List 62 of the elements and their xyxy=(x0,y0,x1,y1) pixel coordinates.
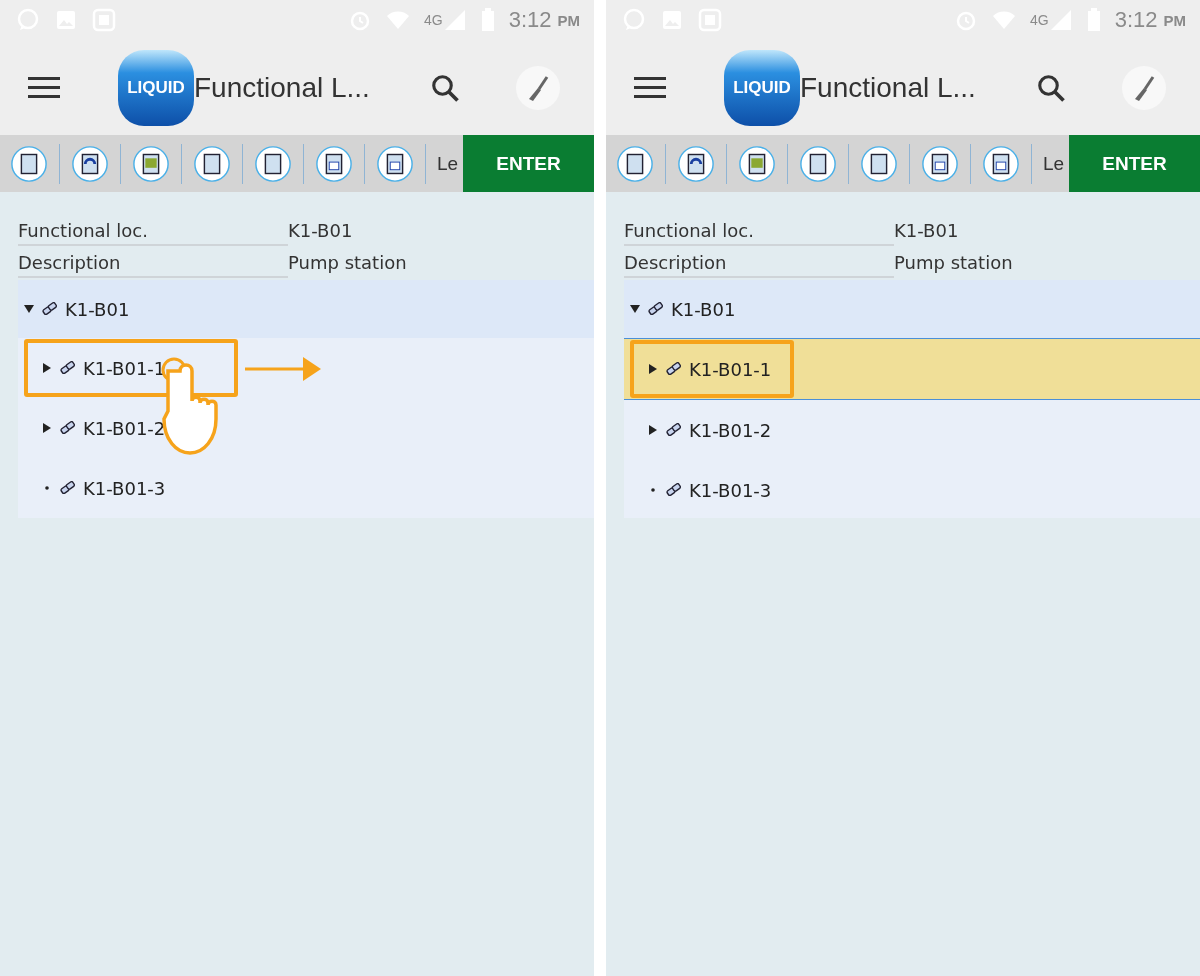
field-label: Description xyxy=(18,252,288,278)
tree-node[interactable]: K1-B01-2 xyxy=(624,400,1200,460)
tree-node[interactable]: K1-B01-2 xyxy=(18,398,594,458)
chain-link-icon xyxy=(42,301,57,317)
field-label: Functional loc. xyxy=(18,220,288,246)
menu-icon[interactable] xyxy=(634,76,666,99)
tree-node[interactable]: K1-B01-3 xyxy=(18,458,594,518)
tree-node-label: K1-B01 xyxy=(671,298,736,320)
caret-right-icon[interactable] xyxy=(648,425,658,435)
caret-right-icon[interactable] xyxy=(648,364,658,374)
search-icon[interactable] xyxy=(430,72,460,103)
caret-right-icon[interactable] xyxy=(42,363,52,373)
tree-node-label: K1-B01-2 xyxy=(689,419,772,441)
field-value: Pump station xyxy=(894,252,1013,275)
app-title: Functional L... xyxy=(800,71,977,104)
list-document-icon[interactable] xyxy=(132,144,170,183)
tree-node-label: K1-B01-3 xyxy=(83,477,166,499)
field-label: Description xyxy=(624,252,894,278)
tree-node[interactable]: K1-B01-1 xyxy=(18,338,594,398)
chain-link-icon xyxy=(666,482,681,498)
chain-link-icon xyxy=(666,361,681,377)
caret-right-icon[interactable] xyxy=(42,423,52,433)
app-title: Functional L... xyxy=(194,71,371,104)
caret-down-icon[interactable] xyxy=(630,304,640,314)
chain-link-icon xyxy=(60,420,75,436)
clock-period: PM xyxy=(1163,11,1186,29)
tree-node-label: K1-B01-1 xyxy=(83,357,166,379)
app-logo: LIQUID xyxy=(724,49,800,126)
toolbar-label: Le xyxy=(1043,152,1066,175)
menu-icon[interactable] xyxy=(28,76,60,99)
field-value: Pump station xyxy=(288,252,407,275)
refresh-icon[interactable] xyxy=(71,144,109,183)
tree-node-label: K1-B01-1 xyxy=(689,358,772,380)
chain-link-icon xyxy=(60,480,75,496)
enter-button[interactable]: ENTER xyxy=(463,135,594,192)
clock-time: 3:12 xyxy=(508,7,552,33)
search-icon[interactable] xyxy=(1036,72,1066,103)
field-value: K1-B01 xyxy=(288,220,353,243)
enter-button[interactable]: ENTER xyxy=(1069,135,1200,192)
tree-node[interactable]: K1-B01-3 xyxy=(624,460,1200,520)
field-value: K1-B01 xyxy=(894,220,959,243)
toolbar-label: Le xyxy=(437,152,460,175)
tree-node[interactable]: K1-B01 xyxy=(18,280,594,338)
tree-node-label: K1-B01 xyxy=(65,298,130,320)
chain-link-icon xyxy=(666,422,681,438)
chain-link-icon xyxy=(648,301,663,317)
app-logo: LIQUID xyxy=(118,49,194,126)
tree-node-label: K1-B01-2 xyxy=(83,417,166,439)
field-label: Functional loc. xyxy=(624,220,894,246)
chain-link-icon xyxy=(60,360,75,376)
caret-down-icon[interactable] xyxy=(24,304,34,314)
document-icon[interactable] xyxy=(193,144,231,183)
document-icon[interactable] xyxy=(799,144,837,183)
tree-node[interactable]: K1-B01 xyxy=(624,280,1200,338)
tree-node[interactable]: K1-B01-1 xyxy=(624,338,1200,400)
network-label: 4G xyxy=(424,12,443,28)
refresh-icon[interactable] xyxy=(677,144,715,183)
tree-node-label: K1-B01-3 xyxy=(689,479,772,501)
network-label: 4G xyxy=(1030,12,1049,28)
clock-time: 3:12 xyxy=(1114,7,1158,33)
list-document-icon[interactable] xyxy=(738,144,776,183)
clock-period: PM xyxy=(557,11,580,29)
